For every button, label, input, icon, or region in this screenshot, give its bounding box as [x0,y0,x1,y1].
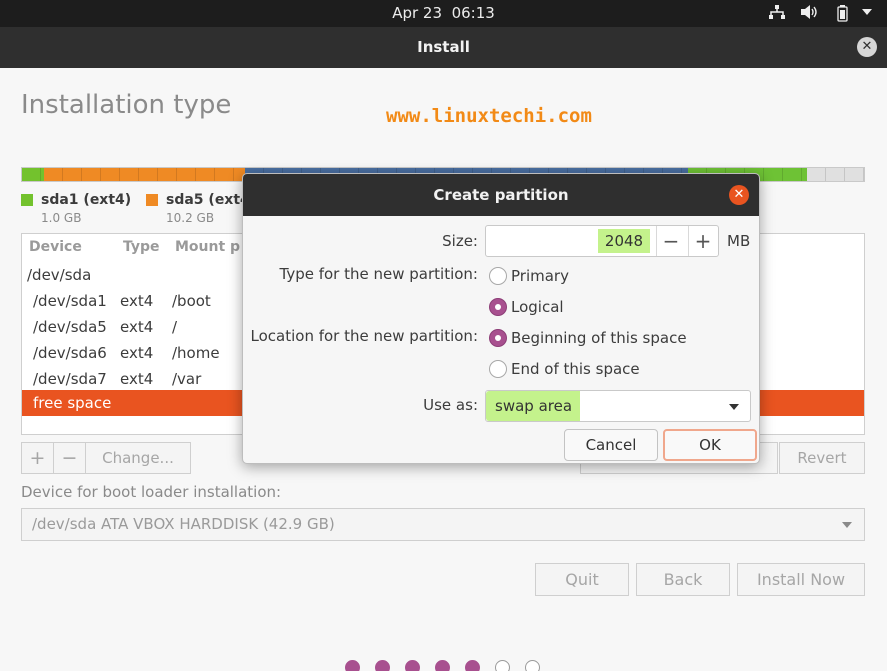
watermark: www.linuxtechi.com [386,105,592,127]
partition-bar-segment-free [807,168,864,181]
system-top-bar: Apr 23 06:13 [0,0,887,27]
close-icon: ✕ [733,187,745,202]
cell-device: /dev/sda6 [33,344,107,362]
clock[interactable]: Apr 23 06:13 [0,4,887,22]
cell-mount: /home [172,344,220,362]
size-unit: MB [727,232,751,250]
cell-device: /dev/sda [27,266,92,284]
logical-radio-label[interactable]: Logical [511,298,564,316]
use-as-select[interactable]: swap area [485,390,751,422]
column-header-mount[interactable]: Mount p [175,239,240,255]
chevron-down-icon [729,404,739,410]
primary-radio[interactable] [489,267,507,285]
progress-dot [435,660,450,671]
dialog-close-button[interactable]: ✕ [729,185,749,205]
cell-type: ext4 [120,318,154,336]
cell-device: /dev/sda7 [33,370,107,388]
legend-size: 10.2 GB [166,211,215,225]
window-close-button[interactable]: ✕ [857,37,877,57]
size-label: Size: [442,232,478,250]
size-decrement-button[interactable]: − [657,228,685,254]
progress-dot [345,660,360,671]
dialog-header: Create partition ✕ [243,174,759,216]
dialog-title: Create partition [433,186,569,204]
cell-type: ext4 [120,292,154,310]
partition-type-label: Type for the new partition: [279,265,479,283]
size-spinbox[interactable]: 2048 − + [485,225,719,257]
window-title-bar: Install ✕ [0,27,887,68]
quit-button[interactable]: Quit [535,563,629,596]
cell-type: ext4 [120,370,154,388]
partition-location-label: Location for the new partition: [250,327,478,345]
partition-bar-segment-sda5 [44,168,245,181]
use-as-value: swap area [486,391,580,421]
progress-dot [465,660,480,671]
size-input[interactable]: 2048 [598,229,650,253]
legend-swatch [146,194,158,206]
partition-bar-segment-sda1 [22,168,44,181]
remove-partition-button[interactable]: − [53,442,86,474]
cell-device: free space [33,394,112,412]
change-partition-button[interactable]: Change... [85,442,191,474]
legend-swatch [21,194,33,206]
cancel-button[interactable]: Cancel [564,429,658,461]
network-icon[interactable] [768,4,786,24]
beginning-radio[interactable] [489,329,507,347]
time-text: 06:13 [451,4,495,22]
logical-radio[interactable] [489,298,507,316]
cell-device: /dev/sda1 [33,292,107,310]
battery-icon[interactable] [834,4,850,26]
revert-button[interactable]: Revert [779,442,865,474]
ok-button[interactable]: OK [663,429,757,461]
page-title: Installation type [21,90,232,120]
cell-mount: / [172,318,178,336]
progress-dot [525,660,540,671]
use-as-label: Use as: [423,396,478,414]
end-radio-label[interactable]: End of this space [511,360,640,378]
boot-loader-label: Device for boot loader installation: [21,483,282,501]
cell-mount: /boot [172,292,211,310]
boot-loader-value: /dev/sda ATA VBOX HARDDISK (42.9 GB) [32,515,335,533]
progress-dot [375,660,390,671]
beginning-radio-label[interactable]: Beginning of this space [511,329,687,347]
volume-icon[interactable] [800,4,818,24]
legend-size: 1.0 GB [41,211,82,225]
install-now-button[interactable]: Install Now [737,563,865,596]
chevron-down-icon[interactable] [861,6,873,22]
size-increment-button[interactable]: + [689,228,717,254]
legend-label: sda1 (ext4) [41,192,132,208]
cell-mount: /var [172,370,202,388]
window-title: Install [417,38,470,56]
progress-dot [405,660,420,671]
column-header-type[interactable]: Type [123,239,160,255]
add-partition-button[interactable]: + [21,442,54,474]
boot-loader-select[interactable]: /dev/sda ATA VBOX HARDDISK (42.9 GB) [21,508,865,541]
end-radio[interactable] [489,360,507,378]
primary-radio-label[interactable]: Primary [511,267,569,285]
date-text: Apr 23 [392,4,443,22]
close-icon: ✕ [861,39,873,54]
create-partition-dialog: Create partition ✕ Size: 2048 − + MB Typ… [242,173,760,464]
column-header-device[interactable]: Device [29,239,82,255]
cell-device: /dev/sda5 [33,318,107,336]
back-button[interactable]: Back [636,563,730,596]
chevron-down-icon [842,522,852,528]
progress-dot [495,660,510,671]
cell-type: ext4 [120,344,154,362]
